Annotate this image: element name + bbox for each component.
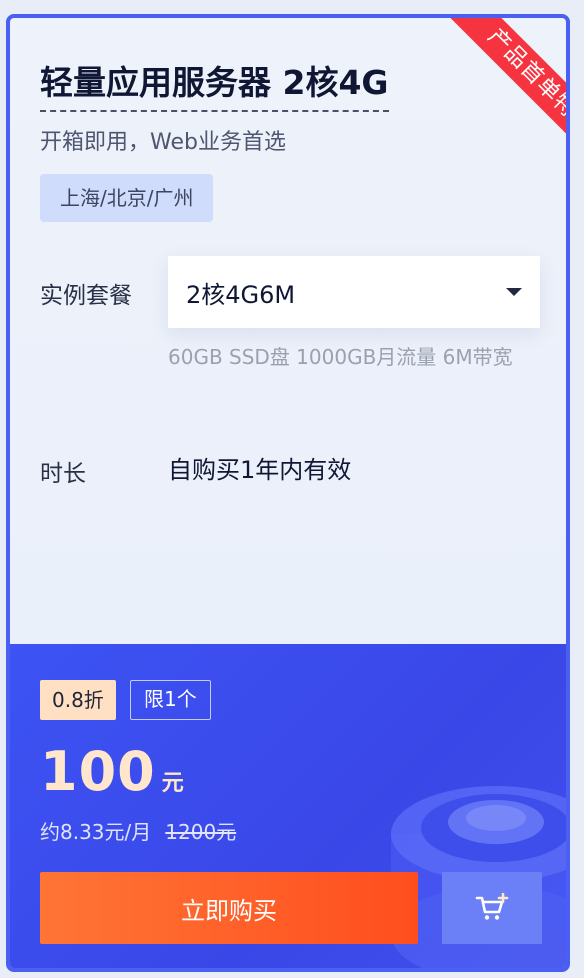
region-tag: 上海/北京/广州 (40, 174, 214, 222)
product-card: 轻量应用服务器 2核4G 开箱即用，Web业务首选 上海/北京/广州 实例套餐 … (6, 14, 570, 972)
buy-now-button[interactable]: 立即购买 (40, 872, 418, 944)
instance-select-value: 2核4G6M (186, 280, 296, 309)
add-to-cart-icon (475, 893, 509, 920)
original-price: 1200元 (165, 820, 237, 844)
monthly-price: 约8.33元/月 (40, 820, 152, 844)
add-to-cart-button[interactable] (442, 872, 542, 944)
product-subtitle: 开箱即用，Web业务首选 (40, 130, 286, 155)
pricing-panel: 0.8折 限1个 100 元 约8.33元/月 1200元 立即购买 (10, 644, 566, 968)
price-details: 约8.33元/月 1200元 (40, 816, 236, 845)
promo-ribbon: 产品首单特惠 (449, 18, 566, 164)
instance-label: 实例套餐 (40, 283, 132, 309)
discount-badge: 0.8折 (40, 680, 116, 720)
price-amount: 100 (40, 740, 156, 803)
chevron-down-icon (506, 288, 522, 296)
price: 100 元 (40, 740, 184, 803)
duration-value: 自购买1年内有效 (168, 456, 352, 484)
price-unit: 元 (161, 771, 184, 796)
duration-label: 时长 (40, 461, 86, 487)
instance-description: 60GB SSD盘 1000GB月流量 6M带宽 (168, 345, 513, 369)
instance-select[interactable]: 2核4G6M (168, 256, 540, 328)
product-title[interactable]: 轻量应用服务器 2核4G (40, 56, 389, 112)
limit-badge: 限1个 (130, 680, 211, 720)
